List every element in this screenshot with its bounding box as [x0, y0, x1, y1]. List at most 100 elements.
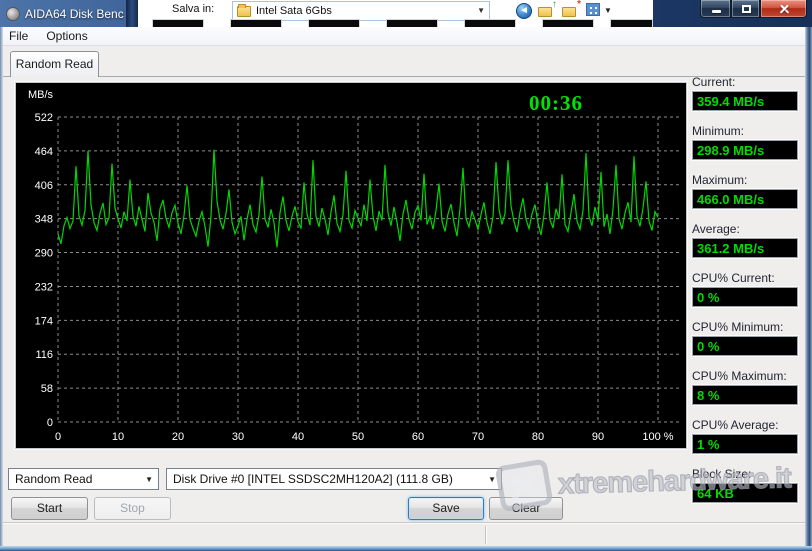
stat-value: 0 % — [692, 287, 798, 307]
window-title: AIDA64 Disk Bench — [25, 6, 124, 21]
test-type-value: Random Read — [15, 472, 93, 486]
stat-label: CPU% Average: — [692, 418, 779, 432]
drive-value: Disk Drive #0 [INTEL SSDSC2MH120A2] (111… — [173, 472, 453, 486]
status-bar — [0, 522, 812, 546]
stat-label: Minimum: — [692, 124, 745, 138]
stat-group: CPU% Current: 0 % — [692, 271, 804, 307]
stat-label: Block Size: — [692, 467, 752, 481]
stat-value: 359.4 MB/s — [692, 91, 798, 111]
svg-text:60: 60 — [412, 431, 424, 443]
stat-group: Average: 361.2 MB/s — [692, 222, 804, 258]
svg-text:464: 464 — [35, 146, 53, 158]
drive-combobox[interactable]: Disk Drive #0 [INTEL SSDSC2MH120A2] (111… — [166, 468, 502, 490]
svg-text:0: 0 — [47, 417, 53, 429]
elapsed-time: 00:36 — [529, 91, 583, 115]
svg-text:174: 174 — [35, 315, 53, 327]
stat-label: CPU% Maximum: — [692, 369, 787, 383]
svg-text:70: 70 — [472, 431, 484, 443]
stat-value: 361.2 MB/s — [692, 238, 798, 258]
file-thumbnail[interactable] — [386, 19, 438, 27]
folder-glyph — [538, 7, 552, 17]
svg-text:522: 522 — [35, 112, 53, 124]
stat-group: Current: 359.4 MB/s — [692, 75, 804, 111]
stat-group: CPU% Average: 1 % — [692, 418, 804, 454]
back-icon[interactable]: ◄ — [516, 3, 532, 19]
svg-text:80: 80 — [532, 431, 544, 443]
sparkle-glyph: * — [577, 0, 581, 10]
up-folder-icon[interactable]: ↑ — [538, 0, 557, 18]
stat-value: 64 KB — [692, 483, 798, 503]
stat-value: 0 % — [692, 336, 798, 356]
menu-bar: File Options — [0, 27, 812, 46]
stats-panel: Current: 359.4 MB/s Minimum: 298.9 MB/s Maxi… — [692, 75, 804, 516]
dropdown-arrow-icon[interactable]: ▼ — [488, 475, 496, 484]
svg-text:MB/s: MB/s — [28, 89, 54, 101]
stat-label: Average: — [692, 222, 740, 236]
tab-page-border — [3, 76, 806, 77]
file-thumbnail[interactable] — [464, 19, 516, 27]
close-button[interactable] — [760, 0, 807, 18]
benchmark-chart: 0 58 116 174 232 290 348 406 464 522 0 10 20 30 40 50 60… — [15, 82, 687, 449]
save-location-value: Intel Sata 6Gbs — [256, 5, 332, 17]
svg-text:290: 290 — [35, 248, 53, 260]
maximize-button[interactable] — [731, 0, 760, 18]
status-bar-divider — [485, 526, 486, 544]
title-bar-left: AIDA64 Disk Bench — [6, 4, 124, 23]
save-in-label: Salva in: — [172, 3, 215, 15]
svg-text:348: 348 — [35, 214, 53, 226]
start-button[interactable]: Start — [11, 497, 88, 520]
stat-value: 1 % — [692, 434, 798, 454]
save-button[interactable]: Save — [408, 497, 484, 520]
svg-text:232: 232 — [35, 281, 53, 293]
views-dropdown-arrow-icon[interactable]: ▼ — [604, 6, 612, 15]
folder-glyph — [562, 7, 576, 17]
svg-text:90: 90 — [592, 431, 604, 443]
svg-text:20: 20 — [172, 431, 184, 443]
svg-text:406: 406 — [35, 180, 53, 192]
up-arrow-glyph: ↑ — [552, 0, 557, 10]
svg-text:58: 58 — [41, 383, 53, 395]
stat-label: CPU% Current: — [692, 271, 775, 285]
file-thumbnail[interactable] — [308, 19, 360, 27]
stop-button[interactable]: Stop — [94, 497, 171, 520]
title-bar[interactable]: AIDA64 Disk Bench Salva in: Intel Sata 6… — [0, 0, 812, 27]
aida64-disk-benchmark-window: AIDA64 Disk Bench Salva in: Intel Sata 6… — [0, 0, 812, 551]
stat-group: Maximum: 466.0 MB/s — [692, 173, 804, 209]
svg-text:10: 10 — [112, 431, 124, 443]
stat-label: Current: — [692, 75, 736, 89]
window-frame-right — [805, 27, 812, 546]
stat-value: 298.9 MB/s — [692, 140, 798, 160]
svg-text:116: 116 — [35, 349, 53, 361]
file-thumbnail[interactable] — [230, 19, 282, 27]
save-location-combobox[interactable]: Intel Sata 6Gbs ▼ — [232, 1, 490, 21]
folder-icon — [237, 3, 251, 17]
svg-text:0: 0 — [55, 431, 61, 443]
stat-group: CPU% Maximum: 8 % — [692, 369, 804, 405]
file-thumbnail[interactable] — [152, 19, 204, 27]
window-frame-left — [0, 27, 3, 546]
file-thumbnail[interactable] — [610, 19, 653, 27]
stat-group: Block Size: 64 KB — [692, 467, 804, 503]
stat-group: CPU% Minimum: 0 % — [692, 320, 804, 356]
window-controls — [700, 0, 807, 18]
svg-text:50: 50 — [352, 431, 364, 443]
window-frame-bottom — [0, 546, 812, 551]
menu-file[interactable]: File — [0, 27, 37, 46]
stat-value: 8 % — [692, 385, 798, 405]
stat-value: 466.0 MB/s — [692, 189, 798, 209]
new-folder-icon[interactable]: * — [562, 0, 581, 18]
stat-label: Maximum: — [692, 173, 748, 187]
svg-text:30: 30 — [232, 431, 244, 443]
views-icon[interactable] — [586, 3, 600, 16]
test-type-combobox[interactable]: Random Read ▼ — [8, 468, 159, 490]
file-thumbnail[interactable] — [542, 19, 594, 27]
app-icon — [6, 6, 20, 21]
benchmark-line-chart: 0 58 116 174 232 290 348 406 464 522 0 10 20 30 40 50 60… — [28, 89, 679, 443]
dropdown-arrow-icon[interactable]: ▼ — [145, 475, 153, 484]
dropdown-arrow-icon[interactable]: ▼ — [477, 6, 485, 15]
clear-button[interactable]: Clear — [489, 497, 563, 520]
minimize-button[interactable] — [700, 0, 731, 18]
tab-random-read[interactable]: Random Read — [10, 51, 99, 77]
svg-text:100 %: 100 % — [642, 431, 673, 443]
menu-options[interactable]: Options — [37, 27, 96, 46]
